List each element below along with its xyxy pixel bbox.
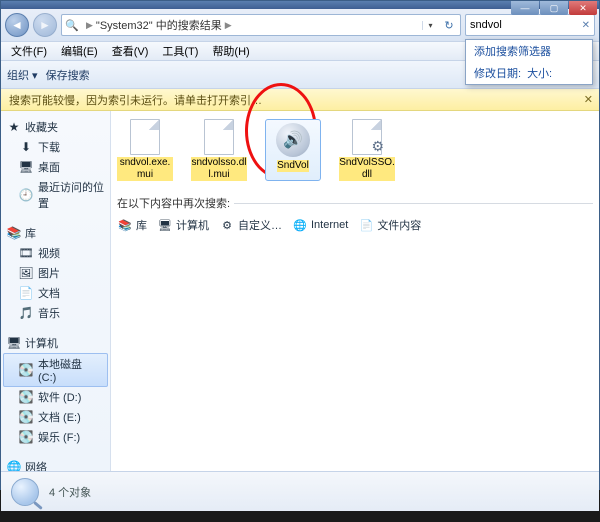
status-bar: 4 个对象 xyxy=(1,471,599,511)
sidebar-network-header[interactable]: 🌐网络 xyxy=(3,457,108,471)
file-label: SndVol xyxy=(277,160,309,172)
back-button[interactable]: ◄ xyxy=(5,13,29,37)
picture-icon: 🖼 xyxy=(19,266,33,280)
crumb-text: "System32" 中的搜索结果 xyxy=(96,17,222,33)
sidebar-item-videos[interactable]: 🎞视频 xyxy=(3,243,108,263)
file-grid: sndvol.exe.mui sndvolsso.dll.mui 🔊 SndVo… xyxy=(117,119,593,181)
search-again-contents[interactable]: 📄文件内容 xyxy=(358,217,421,233)
search-box[interactable]: ✕ xyxy=(465,14,595,36)
infobar-text: 搜索可能较慢，因为索引未运行。请单击打开索引… xyxy=(9,92,262,108)
drive-icon: 💽 xyxy=(19,410,33,424)
minimize-button[interactable]: — xyxy=(511,1,539,15)
address-bar[interactable]: 🔍 ▶ "System32" 中的搜索结果 ▶ ▾ ↻ xyxy=(61,14,461,36)
search-again-internet[interactable]: 🌐Internet xyxy=(292,217,348,233)
library-icon: 📚 xyxy=(7,226,21,240)
star-icon: ★ xyxy=(7,120,21,134)
sidebar-item-drive-d[interactable]: 💽软件 (D:) xyxy=(3,387,108,407)
window-controls: — ▢ ✕ xyxy=(510,1,597,15)
save-search-button[interactable]: 保存搜索 xyxy=(46,67,90,83)
close-button[interactable]: ✕ xyxy=(569,1,597,15)
crumb-sep-icon: ▶ xyxy=(86,20,93,31)
magnifier-icon xyxy=(11,478,39,506)
file-icon xyxy=(201,119,237,155)
filter-size-link[interactable]: 大小: xyxy=(527,65,552,81)
sidebar-item-drive-c[interactable]: 💽本地磁盘 (C:) xyxy=(3,353,108,387)
drive-icon: 💽 xyxy=(19,390,33,404)
menu-file[interactable]: 文件(F) xyxy=(5,41,53,61)
download-icon: ⬇ xyxy=(19,140,33,154)
menu-edit[interactable]: 编辑(E) xyxy=(55,41,104,61)
search-folder-icon: 🔍 xyxy=(62,15,82,35)
computer-icon: 🖥 xyxy=(7,336,21,350)
document-icon: 📄 xyxy=(19,286,33,300)
file-item[interactable]: SndVolSSO.dll xyxy=(339,119,395,181)
sidebar-item-pictures[interactable]: 🖼图片 xyxy=(3,263,108,283)
drive-icon: 💽 xyxy=(19,430,33,444)
sidebar-item-desktop[interactable]: 🖥桌面 xyxy=(3,157,108,177)
refresh-button[interactable]: ↻ xyxy=(438,19,460,32)
search-filter-popup: 添加搜索筛选器 修改日期: 大小: xyxy=(465,39,593,85)
recent-icon: 🕘 xyxy=(19,188,33,202)
sidebar-item-documents[interactable]: 📄文档 xyxy=(3,283,108,303)
explorer-window: — ▢ ✕ ◄ ► 🔍 ▶ "System32" 中的搜索结果 ▶ ▾ ↻ ✕ … xyxy=(0,0,600,490)
forward-button[interactable]: ► xyxy=(33,13,57,37)
music-icon: 🎵 xyxy=(19,306,33,320)
sidebar-item-drive-e[interactable]: 💽文档 (E:) xyxy=(3,407,108,427)
sidebar-item-drive-f[interactable]: 💽娱乐 (F:) xyxy=(3,427,108,447)
file-item-selected[interactable]: 🔊 SndVol xyxy=(265,119,321,181)
maximize-button[interactable]: ▢ xyxy=(540,1,568,15)
search-again-targets: 📚库 🖥计算机 ⚙自定义… 🌐Internet 📄文件内容 xyxy=(117,217,593,233)
sidebar-item-recent[interactable]: 🕘最近访问的位置 xyxy=(3,177,108,213)
gear-icon: ⚙ xyxy=(219,217,235,233)
search-again-label: 在以下内容中再次搜索: xyxy=(117,195,230,211)
computer-icon: 🖥 xyxy=(157,217,173,233)
sidebar-libraries-header[interactable]: 📚库 xyxy=(3,223,108,243)
document-icon: 📄 xyxy=(358,217,374,233)
desktop-icon: 🖥 xyxy=(19,160,33,174)
video-icon: 🎞 xyxy=(19,246,33,260)
body: ★收藏夹 ⬇下载 🖥桌面 🕘最近访问的位置 📚库 🎞视频 🖼图片 📄文档 🎵音乐… xyxy=(1,111,599,471)
search-again-libraries[interactable]: 📚库 xyxy=(117,217,147,233)
crumb-sep-icon: ▶ xyxy=(225,20,232,31)
globe-icon: 🌐 xyxy=(292,217,308,233)
search-again-custom[interactable]: ⚙自定义… xyxy=(219,217,282,233)
file-item[interactable]: sndvolsso.dll.mui xyxy=(191,119,247,181)
file-label: sndvol.exe.mui xyxy=(117,157,173,181)
file-label: SndVolSSO.dll xyxy=(339,157,395,181)
speaker-icon: 🔊 xyxy=(275,122,311,158)
infobar-close-icon[interactable]: ✕ xyxy=(584,93,593,106)
clear-search-icon[interactable]: ✕ xyxy=(580,20,590,31)
content-pane[interactable]: sndvol.exe.mui sndvolsso.dll.mui 🔊 SndVo… xyxy=(111,111,599,471)
menu-tools[interactable]: 工具(T) xyxy=(156,41,204,61)
drive-icon: 💽 xyxy=(19,363,33,377)
sidebar-item-music[interactable]: 🎵音乐 xyxy=(3,303,108,323)
network-icon: 🌐 xyxy=(7,460,21,471)
filter-popup-title: 添加搜索筛选器 xyxy=(466,40,592,62)
search-again-row: 在以下内容中再次搜索: xyxy=(117,195,593,211)
status-count: 4 个对象 xyxy=(49,484,91,500)
library-icon: 📚 xyxy=(117,217,133,233)
address-dropdown-icon[interactable]: ▾ xyxy=(422,21,438,30)
nav-pane: ★收藏夹 ⬇下载 🖥桌面 🕘最近访问的位置 📚库 🎞视频 🖼图片 📄文档 🎵音乐… xyxy=(1,111,111,471)
organize-button[interactable]: 组织 ▾ xyxy=(7,67,38,83)
search-again-computer[interactable]: 🖥计算机 xyxy=(157,217,209,233)
index-warning-bar[interactable]: 搜索可能较慢，因为索引未运行。请单击打开索引… ✕ xyxy=(1,89,599,111)
breadcrumb[interactable]: ▶ "System32" 中的搜索结果 ▶ xyxy=(82,17,236,33)
file-icon xyxy=(127,119,163,155)
sidebar-item-downloads[interactable]: ⬇下载 xyxy=(3,137,108,157)
menu-help[interactable]: 帮助(H) xyxy=(206,41,255,61)
search-input[interactable] xyxy=(470,19,580,31)
sidebar-favorites-header[interactable]: ★收藏夹 xyxy=(3,117,108,137)
menu-view[interactable]: 查看(V) xyxy=(106,41,155,61)
file-icon xyxy=(349,119,385,155)
filter-date-link[interactable]: 修改日期: xyxy=(474,65,521,81)
file-item[interactable]: sndvol.exe.mui xyxy=(117,119,173,181)
sidebar-computer-header[interactable]: 🖥计算机 xyxy=(3,333,108,353)
file-label: sndvolsso.dll.mui xyxy=(191,157,247,181)
